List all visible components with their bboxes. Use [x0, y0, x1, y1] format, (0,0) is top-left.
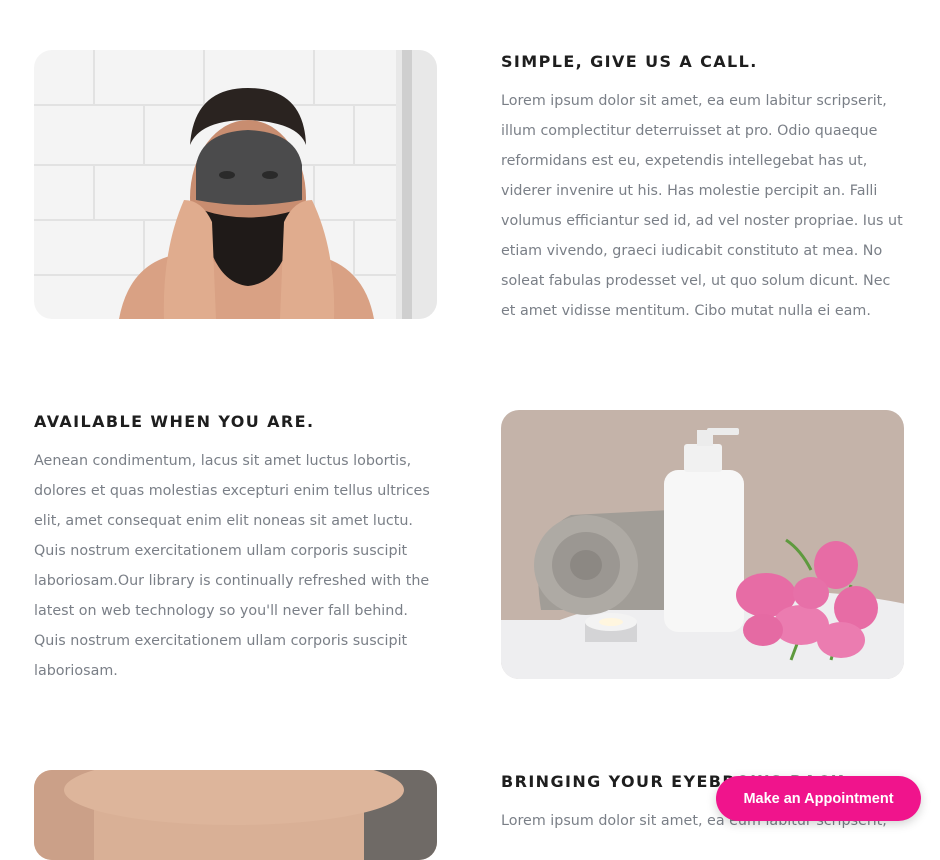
section-body-available: Aenean condimentum, lacus sit amet luctu… — [34, 453, 430, 679]
section-title-call: SIMPLE, GIVE US A CALL. — [501, 52, 758, 71]
spa-products-photo — [501, 410, 904, 679]
man-face-mask-photo — [34, 50, 437, 319]
section-title-available: AVAILABLE WHEN YOU ARE. — [34, 412, 315, 431]
eyebrows-closeup-photo — [34, 770, 437, 860]
make-appointment-button[interactable]: Make an Appointment — [716, 776, 921, 821]
section-body-call: Lorem ipsum dolor sit amet, ea eum labit… — [501, 93, 903, 319]
